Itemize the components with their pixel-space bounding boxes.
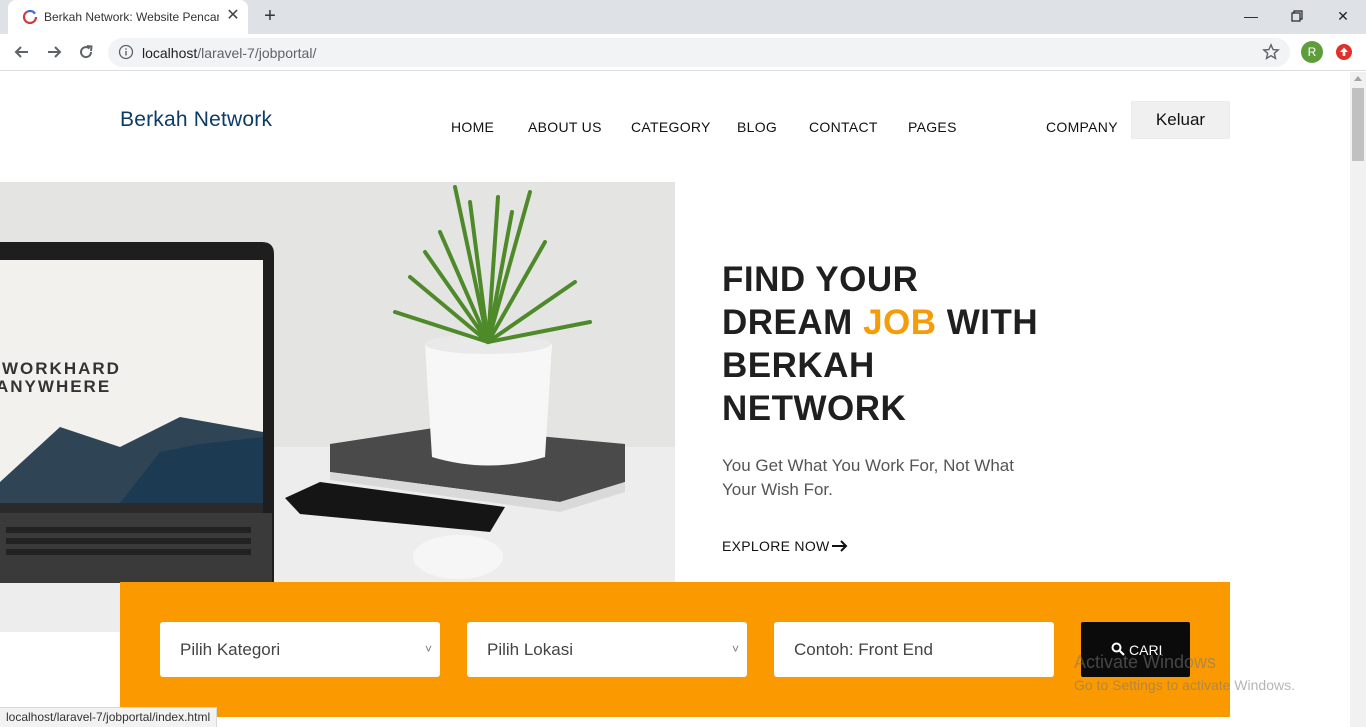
close-window-icon[interactable]: ✕ [1333,6,1353,26]
hero-title-line-2: DREAM JOB WITH [722,301,1062,344]
minimize-icon[interactable]: — [1241,6,1261,26]
keyword-search-input[interactable] [774,622,1054,677]
url-path: /laravel-7/jobportal/ [197,45,317,61]
address-bar[interactable]: localhost/laravel-7/jobportal/ [108,38,1290,67]
hero-title: FIND YOUR DREAM JOB WITH BERKAH NETWORK [722,258,1062,430]
hero-title-line-4: NETWORK [722,389,907,428]
nav-company[interactable]: COMPANY [1046,119,1118,135]
link-status-bar: localhost/laravel-7/jobportal/index.html [0,707,218,727]
page-viewport: Berkah Network HOME ABOUT US CATEGORY BL… [0,72,1350,727]
scroll-up-arrow-icon[interactable] [1354,76,1362,81]
browser-tab[interactable]: Berkah Network: Website Pencari ✕ [8,0,248,34]
site-favicon-icon [22,9,38,25]
browser-tab-strip: Berkah Network: Website Pencari ✕ + — ✕ [0,0,1366,34]
reload-icon[interactable] [76,42,96,62]
hero-subtitle: You Get What You Work For, Not What Your… [722,456,1014,499]
nav-about-us[interactable]: ABOUT US [528,119,602,135]
hero-illustration: WORKHARD ANYWHERE [0,182,675,632]
url-text: localhost/laravel-7/jobportal/ [142,45,316,61]
extension-update-icon[interactable] [1335,43,1353,61]
chevron-down-icon: ˅ [731,642,739,656]
page-scrollbar[interactable] [1350,72,1366,727]
tab-title: Berkah Network: Website Pencari [44,10,219,24]
hero-title-line-1: FIND YOUR [722,260,919,299]
laptop-screen-text-1: WORKHARD [2,359,121,378]
nav-category[interactable]: CATEGORY [631,119,711,135]
job-search-bar: Pilih Kategori ˅ Pilih Lokasi ˅ CARI [120,582,1230,717]
hero-title-dream: DREAM [722,303,864,342]
chevron-down-icon: ˅ [424,642,432,656]
windows-watermark-title: Activate Windows [1074,652,1217,672]
site-brand-logo[interactable]: Berkah Network [120,108,272,132]
location-select-value: Pilih Lokasi [487,640,573,659]
url-host: localhost [142,45,198,61]
category-select-value: Pilih Kategori [180,640,281,659]
arrow-right-icon[interactable] [831,538,849,554]
close-tab-icon[interactable]: ✕ [224,7,242,25]
profile-avatar[interactable]: R [1301,41,1323,63]
explore-now-link[interactable]: EXPLORE NOW [722,538,830,554]
laptop-screen-text-2: ANYWHERE [0,377,111,396]
new-tab-icon[interactable]: + [260,6,280,26]
bookmark-star-icon[interactable] [1262,43,1280,61]
logout-button[interactable]: Keluar [1131,101,1230,139]
hero-title-line-3: BERKAH [722,346,875,385]
back-arrow-icon[interactable] [12,42,32,62]
location-select[interactable]: Pilih Lokasi ˅ [467,622,747,677]
hero-title-with: WITH [936,303,1039,342]
windows-watermark-subtitle: Go to Settings to activate Windows. [1074,677,1295,693]
info-icon[interactable] [118,44,134,60]
nav-blog[interactable]: BLOG [737,119,777,135]
restore-icon[interactable] [1287,6,1307,26]
nav-home[interactable]: HOME [451,119,494,135]
hero-image: WORKHARD ANYWHERE [0,182,675,632]
nav-pages[interactable]: PAGES [908,119,957,135]
category-select[interactable]: Pilih Kategori ˅ [160,622,440,677]
nav-contact[interactable]: CONTACT [809,119,878,135]
scroll-thumb[interactable] [1352,88,1364,161]
browser-toolbar: localhost/laravel-7/jobportal/ [0,34,1366,71]
hero-title-job: JOB [863,303,937,342]
forward-arrow-icon[interactable] [44,42,64,62]
